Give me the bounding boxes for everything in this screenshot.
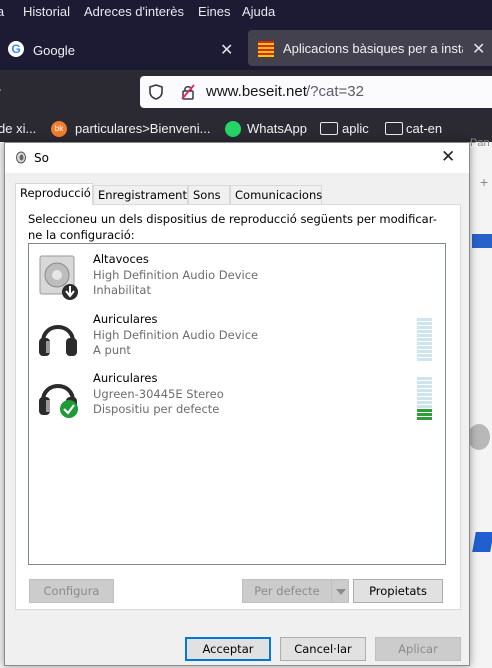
device-status: A punt	[93, 343, 131, 357]
device-status: Dispositiu per defecte	[93, 402, 220, 416]
meter-segment	[417, 393, 432, 396]
device-description: High Definition Audio Device	[93, 328, 259, 342]
bookmark-item[interactable]: de xi...	[0, 121, 36, 136]
cancel-button[interactable]: Cancel·lar	[280, 637, 366, 661]
apply-button[interactable]: Aplicar	[375, 637, 461, 661]
background-window-strip: Pan +	[468, 137, 492, 668]
tab-aplicacions[interactable]: Aplicacions bàsiques per a instal ✕	[248, 30, 492, 66]
list-item[interactable]: Altavoces High Definition Audio Device I…	[29, 248, 445, 306]
bookmarks-bar: de xi... bk particulares>Bienveni... Wha…	[0, 116, 492, 142]
arrow-icon[interactable]: ›	[0, 81, 1, 99]
device-description: Ugreen-30445E Stereo	[93, 387, 224, 401]
tab-reproduccio[interactable]: Reproducció	[15, 183, 93, 205]
chevron-down-icon[interactable]	[331, 579, 349, 603]
address-bar[interactable]: www.beseit.net /?cat=32	[140, 76, 492, 108]
browser-tabbar: G Google ✕ Aplicacions bàsiques per a in…	[0, 26, 492, 70]
speaker-disabled-icon	[39, 255, 78, 300]
volume-meter	[417, 318, 432, 364]
meter-segment	[417, 409, 432, 412]
shield-icon[interactable]	[149, 84, 163, 100]
tab-enregistrament[interactable]: Enregistrament	[93, 185, 188, 204]
background-text: Pan	[470, 137, 490, 149]
url-domain: www.beseit.net	[206, 83, 307, 100]
device-name: Auriculares	[93, 312, 158, 326]
meter-segment	[417, 413, 432, 416]
device-list[interactable]: Altavoces High Definition Audio Device I…	[28, 243, 446, 565]
device-status: Inhabilitat	[93, 283, 151, 297]
meter-segment	[417, 401, 432, 404]
speaker-icon	[16, 151, 26, 164]
folder-icon	[320, 122, 338, 135]
folder-icon	[385, 122, 403, 135]
google-icon: G	[8, 41, 24, 57]
headphones-default-icon	[39, 384, 78, 418]
tab-label: Aplicacions bàsiques per a instal	[283, 41, 463, 56]
menu-item-partial[interactable]: ia	[0, 4, 4, 19]
menu-item-bookmarks[interactable]: Adreces d'interès	[84, 4, 184, 19]
meter-segment	[417, 377, 432, 380]
playback-panel: Seleccioneu un dels dispositius de repro…	[15, 204, 461, 610]
bookmark-folder[interactable]: aplic	[342, 121, 369, 136]
plus-icon: +	[480, 174, 489, 190]
properties-button[interactable]: Propietats	[353, 579, 443, 603]
menu-item-help[interactable]: Ajuda	[242, 4, 275, 19]
bookmark-item[interactable]: particulares>Bienveni...	[75, 121, 211, 136]
close-icon[interactable]: ✕	[441, 147, 455, 167]
list-item[interactable]: Auriculares High Definition Audio Device…	[29, 308, 445, 366]
url-path: /?cat=32	[306, 83, 364, 100]
meter-segment	[417, 397, 432, 400]
dialog-titlebar: So ✕	[5, 143, 469, 173]
close-tab-icon[interactable]: ✕	[472, 39, 485, 59]
device-name: Auriculares	[93, 371, 158, 385]
meter-segment	[417, 405, 432, 408]
monitor-icon	[472, 234, 492, 248]
device-name: Altavoces	[93, 252, 149, 266]
close-tab-icon[interactable]: ✕	[220, 40, 233, 60]
insecure-lock-icon[interactable]	[180, 84, 196, 100]
menu-item-history[interactable]: Historial	[23, 4, 70, 19]
volume-meter	[417, 377, 432, 423]
tab-google[interactable]: G Google ✕	[0, 26, 248, 70]
meter-segment	[417, 389, 432, 392]
dialog-title: So	[34, 151, 49, 165]
menu-item-tools[interactable]: Eines	[198, 4, 231, 19]
set-default-button[interactable]: Per defecte	[242, 579, 332, 603]
instructions-text: Seleccioneu un dels dispositius de repro…	[28, 212, 437, 242]
bookmark-item[interactable]: WhatsApp	[247, 121, 307, 136]
whatsapp-icon	[225, 121, 241, 137]
tab-comunicacions[interactable]: Comunicacions	[230, 185, 322, 204]
browser-navbar: › www.beseit.net /?cat=32	[0, 70, 492, 116]
tab-sons[interactable]: Sons	[188, 185, 230, 204]
sound-dialog: So ✕ Reproducció Enregistrament Sons Com…	[4, 142, 470, 666]
meter-segment	[417, 385, 432, 388]
tab-label: Google	[33, 43, 75, 58]
device-description: High Definition Audio Device	[93, 268, 259, 282]
flag-icon	[472, 532, 492, 552]
bookmark-folder[interactable]: cat-en	[406, 121, 442, 136]
configure-button[interactable]: Configura	[29, 579, 114, 603]
list-item[interactable]: Auriculares Ugreen-30445E Stereo Disposi…	[29, 367, 445, 425]
speaker-icon	[468, 424, 490, 450]
catalan-flag-icon	[258, 41, 274, 57]
headphones-icon	[39, 325, 77, 356]
meter-segment	[417, 417, 432, 420]
bookmark-favicon-icon: bk	[51, 121, 67, 137]
browser-menubar: ia Historial Adreces d'interès Eines Aju…	[0, 0, 492, 26]
ok-button[interactable]: Acceptar	[185, 637, 271, 661]
meter-segment	[417, 381, 432, 384]
